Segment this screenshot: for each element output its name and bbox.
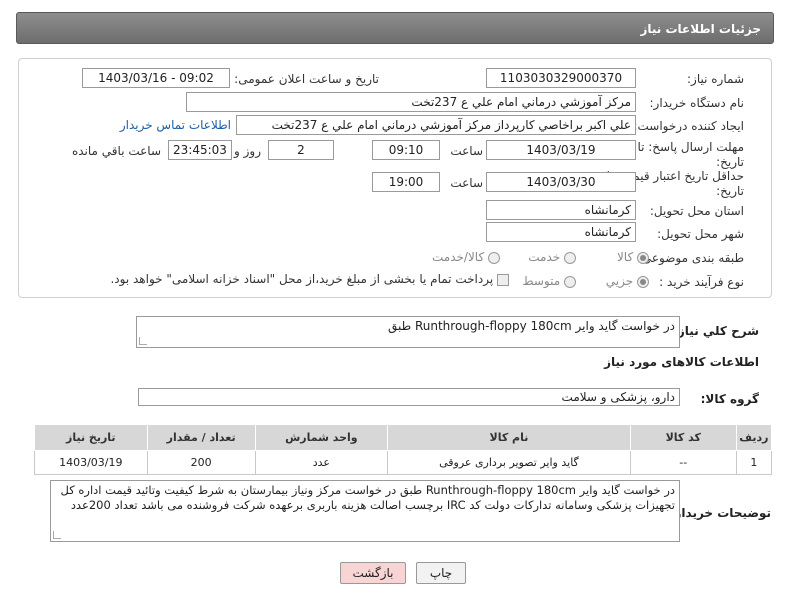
process-option-medium[interactable]: متوسط — [522, 274, 576, 288]
announce-label: تاریخ و ساعت اعلان عمومی: — [234, 72, 379, 86]
radio-icon — [564, 251, 576, 264]
column-header: واحد شمارش — [254, 424, 389, 451]
buyer-org-label: نام دستگاه خریدار: — [649, 96, 745, 110]
validity-time-field: 19:00 — [372, 172, 440, 192]
back-button[interactable]: بازگشت — [340, 562, 406, 584]
process-label: نوع فرآیند خرید : — [659, 275, 744, 289]
column-header: نام کالا — [387, 424, 631, 451]
column-header: کد کالا — [629, 424, 737, 451]
radio-icon — [488, 251, 500, 264]
table-cell: -- — [629, 450, 737, 475]
category-option-goods-service[interactable]: کالا/خدمت — [432, 250, 500, 264]
validity-date-field: 1403/03/30 — [486, 172, 636, 192]
page-header: جزئیات اطلاعات نیاز — [16, 12, 774, 44]
validity-label-date: تاریخ: — [716, 184, 744, 198]
column-header: ردیف — [735, 424, 773, 451]
table-cell: گاید وایر تصویر برداری عروقی — [387, 450, 631, 475]
goods-table-header: ردیف کد کالا نام کالا واحد شمارش تعداد /… — [34, 424, 773, 451]
city-field: کرمانشاه — [486, 222, 636, 242]
radio-icon — [637, 251, 649, 264]
city-label: شهر محل تحویل: — [657, 227, 744, 241]
description-field: در خواست گاید وایر Runthrough-floppy 180… — [136, 316, 680, 348]
radio-icon — [564, 275, 576, 288]
checkbox-icon — [497, 273, 509, 286]
column-header: تعداد / مقدار — [146, 424, 256, 451]
buyer-notes-label: توضیحات خریدار: — [669, 506, 771, 520]
need-number-field: 1103030329000370 — [486, 68, 636, 88]
description-label: شرح کلي نياز: — [673, 324, 759, 338]
table-cell: 1 — [735, 450, 773, 475]
creator-field: علي اكبر براخاصي كارپرداز مرکز آموزشي در… — [236, 115, 636, 135]
resize-handle-icon[interactable] — [53, 531, 61, 539]
table-row: 1 -- گاید وایر تصویر برداری عروقی عدد 20… — [34, 450, 773, 475]
buyer-notes-field: در خواست گاید وایر Runthrough-floppy 180… — [50, 480, 680, 542]
days-label: روز و — [234, 144, 261, 158]
category-option-goods[interactable]: کالا — [617, 250, 649, 264]
announce-field: 1403/03/16 - 09:02 — [82, 68, 230, 88]
table-cell: 1403/03/19 — [34, 450, 148, 475]
goods-table: ردیف کد کالا نام کالا واحد شمارش تعداد /… — [34, 424, 773, 475]
category-label: طبقه بندی موضوعی: — [637, 251, 744, 265]
goods-group-field: دارو، پزشکی و سلامت — [138, 388, 680, 406]
deadline-label-date: تاریخ: — [716, 155, 744, 169]
deadline-time-label: ساعت — [450, 144, 483, 158]
table-cell: 200 — [146, 450, 256, 475]
days-field: 2 — [268, 140, 334, 160]
category-option-service[interactable]: خدمت — [528, 250, 576, 264]
creator-label: ایجاد کننده درخواست: — [633, 119, 744, 133]
process-option-minor[interactable]: جزیي — [606, 274, 649, 288]
resize-handle-icon[interactable] — [139, 337, 147, 345]
goods-group-label: گروه کالا: — [700, 392, 759, 406]
province-label: استان محل تحویل: — [649, 204, 744, 218]
column-header: تاریخ نیاز — [34, 424, 148, 451]
buyer-org-field: مرکز آموزشي درماني امام علي ع 237تخت — [186, 92, 636, 112]
deadline-time-field: 09:10 — [372, 140, 440, 160]
remaining-label: ساعت باقي مانده — [71, 144, 161, 158]
province-field: کرمانشاه — [486, 200, 636, 220]
need-number-label: شماره نیاز: — [687, 72, 744, 86]
buyer-contact-link[interactable]: اطلاعات تماس خریدار — [120, 118, 231, 132]
deadline-date-field: 1403/03/19 — [486, 140, 636, 160]
treasury-payment-option[interactable]: پرداخت تمام یا بخشی از مبلغ خرید،از محل … — [110, 272, 509, 286]
validity-time-label: ساعت — [450, 176, 483, 190]
print-button[interactable]: چاپ — [416, 562, 466, 584]
remaining-time-field: 23:45:03 — [168, 140, 232, 160]
radio-icon — [637, 275, 649, 288]
page-title: جزئیات اطلاعات نیاز — [640, 22, 761, 36]
deadline-label: مهلت ارسال پاسخ: تا — [637, 140, 744, 154]
table-cell: عدد — [254, 450, 389, 475]
goods-section-title: اطلاعات کالاهای مورد نیاز — [604, 355, 759, 369]
